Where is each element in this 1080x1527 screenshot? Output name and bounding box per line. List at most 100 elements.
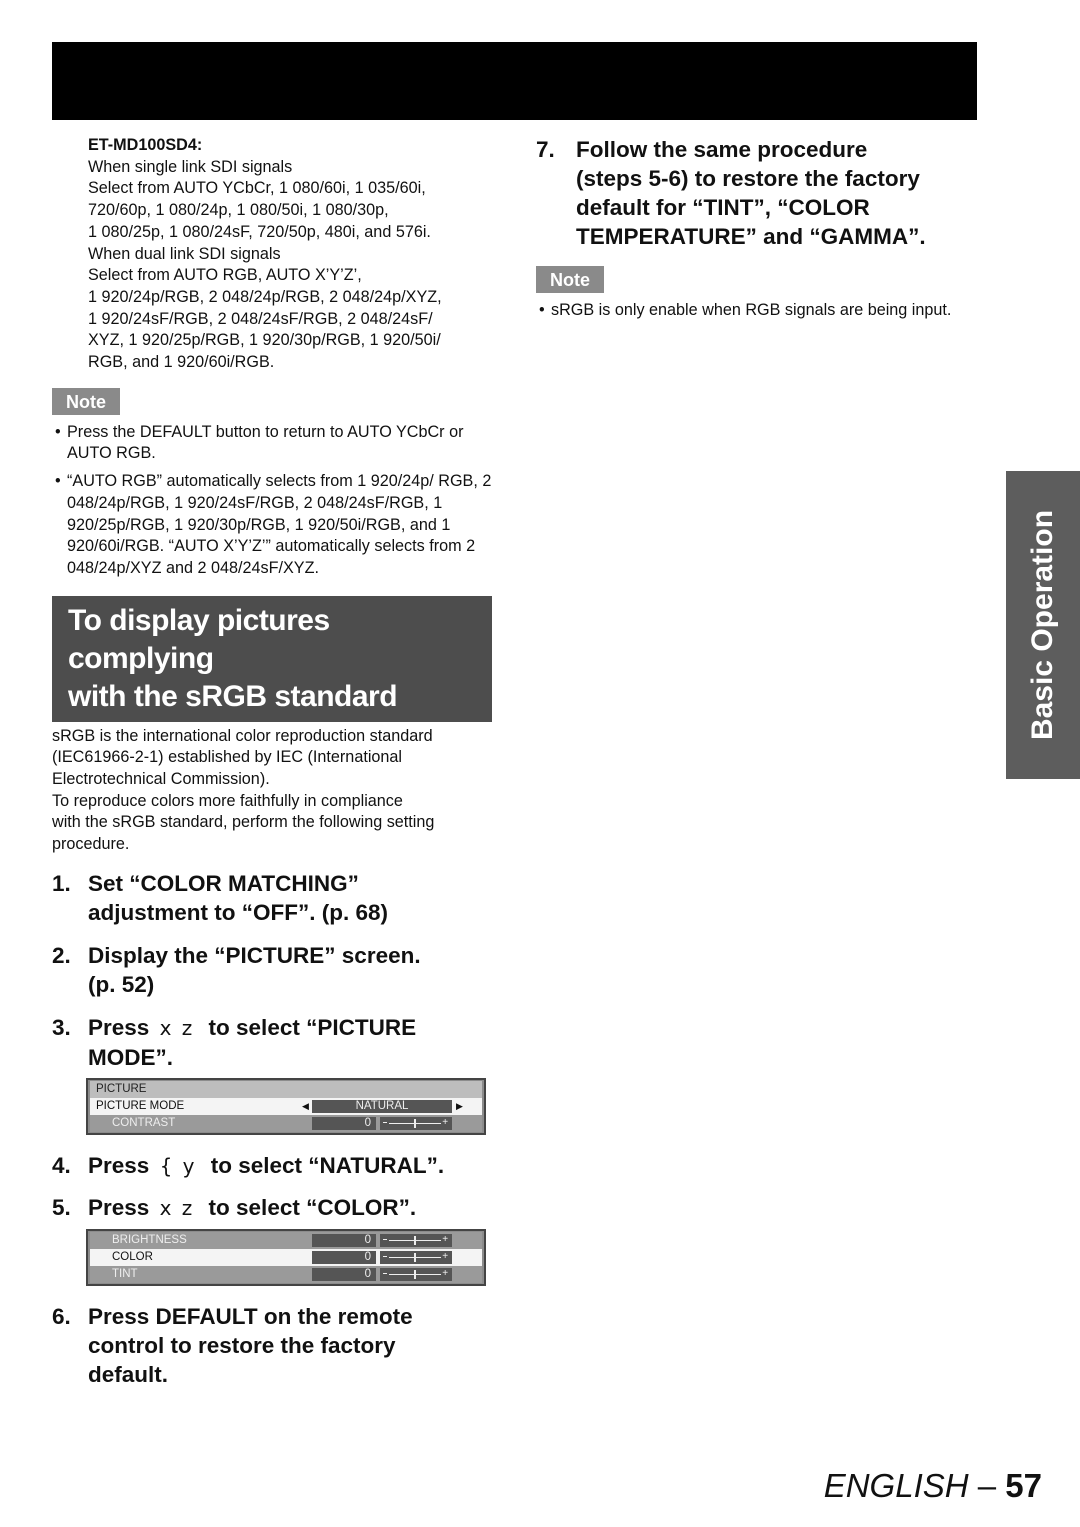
note-item: Press the DEFAULT button to return to AU… <box>52 422 492 465</box>
step-text: Display the “PICTURE” screen. <box>88 942 421 968</box>
chapter-tab: Basic Operation <box>1006 471 1080 779</box>
page-number: 57 <box>1005 1467 1042 1504</box>
value-slider[interactable]: + <box>380 1267 452 1281</box>
step-text: Press DEFAULT on the remote <box>88 1303 413 1329</box>
step-text: Follow the same procedure <box>576 137 868 162</box>
model-spec: ET-MD100SD4: When single link SDI signal… <box>52 135 492 374</box>
step-number: 3. <box>52 1014 71 1040</box>
color-menu-osd: BRIGHTNESS 0 + COLOR 0 + TINT 0 + <box>86 1228 486 1286</box>
step-text: (steps 5-6) to restore the factory <box>576 166 920 191</box>
model-line: XYZ, 1 920/25p/RGB, 1 920/30p/RGB, 1 920… <box>88 331 441 350</box>
step-text: control to restore the factory <box>88 1332 396 1358</box>
step-text: Press <box>88 1014 150 1040</box>
menu-row-value: 0 <box>312 1250 376 1264</box>
picture-menu-osd: PICTURE PICTURE MODE ◀ NATURAL ▶ CONTRAS… <box>86 1077 486 1135</box>
model-line: Select from AUTO YCbCr, 1 080/60i, 1 035… <box>88 179 426 198</box>
intro-line: (IEC61966-2-1) established by IEC (Inter… <box>52 748 403 767</box>
slider-thumb[interactable] <box>414 1252 416 1262</box>
menu-row-label: COLOR <box>112 1250 153 1263</box>
left-column: ET-MD100SD4: When single link SDI signal… <box>52 135 492 1389</box>
value-slider[interactable]: + <box>380 1233 452 1247</box>
value-slider[interactable]: + <box>380 1116 452 1130</box>
step-4: 4. Press { y to select “NATURAL”. <box>52 1151 492 1181</box>
menu-row-value: 0 <box>312 1116 376 1130</box>
menu-row-label: PICTURE MODE <box>96 1099 185 1112</box>
intro-line: sRGB is the international color reproduc… <box>52 726 433 745</box>
chapter-tab-label: Basic Operation <box>1026 509 1059 741</box>
cursor-keys-up-down-icon: x z <box>159 1195 195 1220</box>
footer-language: ENGLISH <box>823 1467 969 1504</box>
model-label: ET-MD100SD4: <box>88 136 203 154</box>
step-3: 3. Press x z to select “PICTURE MODE”. <box>52 1013 492 1072</box>
note-block: Note sRGB is only enable when RGB signal… <box>536 266 976 322</box>
intro-line: procedure. <box>52 835 130 854</box>
menu-row-contrast[interactable]: CONTRAST 0 + <box>90 1114 482 1132</box>
menu-row-tint[interactable]: TINT 0 + <box>90 1265 482 1283</box>
step-text: to select “COLOR”. <box>208 1194 417 1220</box>
step-number: 4. <box>52 1152 71 1178</box>
step-text: (p. 52) <box>88 971 155 997</box>
menu-row-brightness[interactable]: BRIGHTNESS 0 + <box>90 1231 482 1249</box>
footer-separator: – <box>968 1467 1006 1504</box>
intro-line: with the sRGB standard, perform the foll… <box>52 813 435 832</box>
arrow-left-icon: ◀ <box>302 1100 309 1111</box>
step-2: 2. Display the “PICTURE” screen. (p. 52) <box>52 941 492 999</box>
step-text: default for “TINT”, “COLOR <box>576 195 870 220</box>
model-line: RGB, and 1 920/60i/RGB. <box>88 353 275 372</box>
note-list: sRGB is only enable when RGB signals are… <box>536 300 976 322</box>
header-bar <box>52 42 977 120</box>
step-number: 1. <box>52 870 71 896</box>
cursor-keys-left-right-icon: { y <box>159 1153 197 1178</box>
page-footer: ENGLISH – 57 <box>824 1466 1042 1506</box>
step-text: default. <box>88 1361 169 1387</box>
value-slider[interactable]: + <box>380 1250 452 1264</box>
step-number: 6. <box>52 1303 71 1329</box>
step-text: to select “PICTURE <box>208 1014 417 1040</box>
step-text: adjustment to “OFF”. (p. 68) <box>88 899 389 925</box>
menu-row-label: CONTRAST <box>112 1116 176 1129</box>
model-line: When single link SDI signals <box>88 157 293 176</box>
step-text: MODE”. <box>88 1044 174 1070</box>
section-heading-line: with the sRGB standard <box>68 679 398 713</box>
section-heading: To display pictures complying with the s… <box>52 595 492 722</box>
model-line: 1 080/25p, 1 080/24sF, 720/50p, 480i, an… <box>88 222 431 241</box>
step-text: to select “NATURAL”. <box>210 1152 445 1178</box>
step-text: Press <box>88 1194 150 1220</box>
step-text: Press <box>88 1152 150 1178</box>
step-number: 2. <box>52 942 71 968</box>
step-1: 1. Set “COLOR MATCHING” adjustment to “O… <box>52 869 492 927</box>
intro-paragraph: sRGB is the international color reproduc… <box>52 726 492 856</box>
slider-thumb[interactable] <box>414 1235 416 1245</box>
slider-thumb[interactable] <box>414 1269 416 1279</box>
model-line: 1 920/24p/RGB, 2 048/24p/RGB, 2 048/24p/… <box>88 287 442 306</box>
arrow-right-icon: ▶ <box>456 1100 463 1111</box>
note-label: Note <box>536 266 604 293</box>
menu-row-picture-mode[interactable]: PICTURE MODE ◀ NATURAL ▶ <box>90 1097 482 1115</box>
menu-row-label: TINT <box>112 1267 138 1280</box>
step-5: 5. Press x z to select “COLOR”. <box>52 1193 492 1223</box>
menu-title: PICTURE <box>90 1080 482 1098</box>
intro-line: Electrotechnical Commission). <box>52 770 270 789</box>
model-line: When dual link SDI signals <box>88 244 281 263</box>
menu-row-color[interactable]: COLOR 0 + <box>90 1248 482 1266</box>
note-item: sRGB is only enable when RGB signals are… <box>536 300 976 322</box>
note-item: “AUTO RGB” automatically selects from 1 … <box>52 471 492 580</box>
note-list: Press the DEFAULT button to return to AU… <box>52 422 492 580</box>
note-label: Note <box>52 387 120 415</box>
step-number: 5. <box>52 1194 71 1220</box>
model-line: Select from AUTO RGB, AUTO X’Y’Z’, <box>88 266 362 285</box>
menu-row-value: NATURAL <box>312 1099 452 1113</box>
model-line: 720/60p, 1 080/24p, 1 080/50i, 1 080/30p… <box>88 201 389 220</box>
step-7: 7. Follow the same procedure (steps 5-6)… <box>536 135 976 251</box>
step-text: TEMPERATURE” and “GAMMA”. <box>576 224 926 249</box>
note-block: Note Press the DEFAULT button to return … <box>52 387 492 580</box>
menu-row-value: 0 <box>312 1267 376 1281</box>
right-column: 7. Follow the same procedure (steps 5-6)… <box>536 135 976 328</box>
section-heading-line: To display pictures complying <box>68 603 330 675</box>
cursor-keys-up-down-icon: x z <box>159 1015 195 1040</box>
step-6: 6. Press DEFAULT on the remote control t… <box>52 1302 492 1389</box>
step-number: 7. <box>536 137 555 162</box>
slider-thumb[interactable] <box>414 1118 416 1128</box>
menu-row-value: 0 <box>312 1233 376 1247</box>
step-text: Set “COLOR MATCHING” <box>88 870 359 896</box>
